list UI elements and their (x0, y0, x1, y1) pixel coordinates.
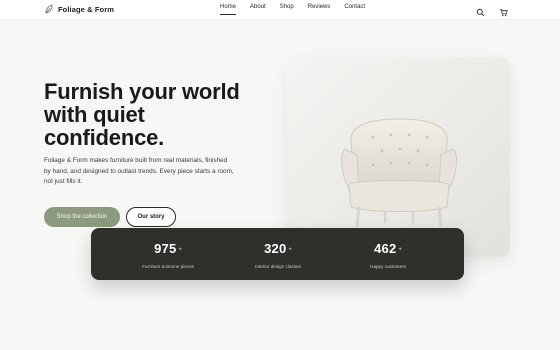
stats-band: 975 + Furniture & Bonne pieces 320 + Inter… (91, 228, 464, 280)
armchair-illustration (287, 57, 510, 257)
stat-item: 975 + Furniture & Bonne pieces (118, 240, 218, 269)
cart-icon[interactable] (499, 4, 508, 17)
stat-value: 462 (374, 241, 397, 256)
brand[interactable]: Foliage & Form (44, 4, 114, 14)
main-nav: Home About Shop Reviews Contact (220, 4, 379, 15)
stat-item: 462 + Happy customers (338, 240, 438, 269)
nav-link-reviews[interactable]: Reviews (308, 4, 331, 12)
our-story-button[interactable]: Our story (126, 207, 176, 227)
stat-label: Happy customers (370, 264, 406, 269)
stat-suffix: + (288, 247, 292, 253)
stat-label: Furniture & Bonne pieces (142, 264, 194, 269)
stat-value: 975 (154, 241, 177, 256)
brand-name: Foliage & Form (58, 4, 114, 14)
shop-collection-button[interactable]: Shop the collection (44, 207, 120, 227)
header-icons (476, 4, 508, 17)
nav-link-shop[interactable]: Shop (280, 4, 294, 12)
site-header: Foliage & Form Home About Shop Reviews C… (0, 0, 560, 20)
hero-image (287, 57, 510, 257)
hero-description: Foliage & Form makes furniture built fro… (44, 157, 234, 185)
stat-label: Interior design classes (255, 264, 301, 269)
leaf-icon (45, 4, 53, 14)
stat-suffix: + (398, 247, 402, 253)
nav-link-home[interactable]: Home (220, 4, 237, 15)
nav-link-contact[interactable]: Contact (344, 4, 365, 12)
stat-item: 320 + Interior design classes (228, 240, 328, 269)
nav-link-about[interactable]: About (250, 4, 266, 12)
stat-value: 320 (264, 241, 287, 256)
hero-title: Furnish your world with quiet confidence… (44, 79, 240, 150)
stat-suffix: + (178, 247, 182, 253)
search-icon[interactable] (476, 4, 485, 17)
